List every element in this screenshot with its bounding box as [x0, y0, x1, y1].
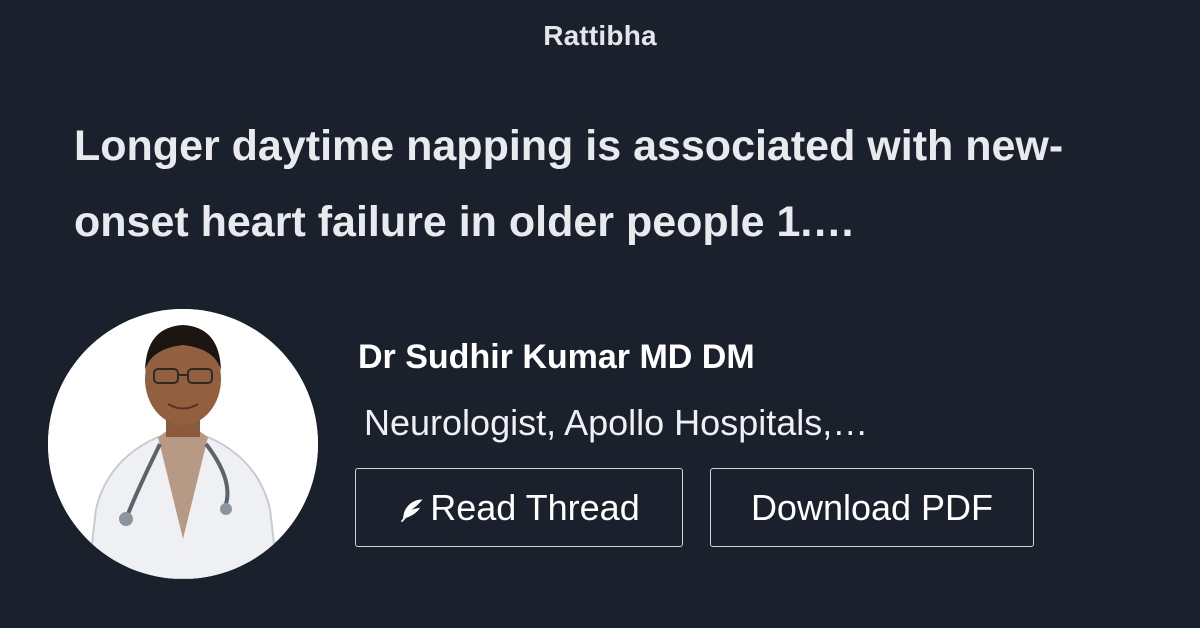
download-pdf-button[interactable]: Download PDF — [710, 468, 1034, 547]
brand-name: Rattibha — [543, 20, 657, 51]
doctor-portrait-image — [48, 309, 318, 579]
download-pdf-label: Download PDF — [750, 486, 994, 528]
read-thread-label: Read Thread — [430, 486, 640, 528]
feather-icon — [401, 499, 423, 522]
author-avatar — [48, 309, 318, 579]
author-bio: Neurologist, Apollo Hospitals,… — [364, 402, 869, 443]
author-name: Dr Sudhir Kumar MD DM — [358, 338, 755, 376]
read-thread-button[interactable]: Read Thread — [355, 468, 683, 547]
thread-title: Longer daytime napping is associated wit… — [74, 122, 1064, 246]
